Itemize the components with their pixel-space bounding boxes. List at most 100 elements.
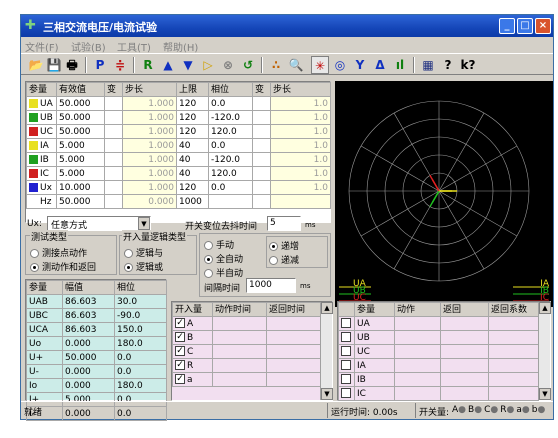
input-table-scrollbar[interactable]: ▲ ▼ [320,302,333,400]
checkbox-checked-icon[interactable]: ✓ [175,360,185,370]
table-row[interactable]: UC [338,344,539,359]
target-icon[interactable]: ◎ [331,56,349,74]
table-row[interactable]: UA 50.000 1.000 120 0.0 1.0 [26,96,331,111]
table-row[interactable]: IC 5.000 1.000 40 120.0 1.0 [26,166,331,181]
print-icon[interactable]: 🖶 [63,56,81,74]
cell-toggle[interactable] [104,110,123,125]
cell-toggle[interactable] [252,194,271,209]
cell-toggle[interactable] [104,96,123,111]
cell-toggle[interactable] [252,124,271,139]
table-row[interactable]: Ux 10.000 1.000 120 0.0 1.0 [26,180,331,195]
table-row[interactable]: UB [338,330,539,345]
star-burst-icon[interactable]: ✳ [311,56,329,74]
cell-pstep[interactable]: 1.0 [270,152,331,167]
radio-test-action-return[interactable]: 测动作和返回 [30,260,96,273]
cell-toggle[interactable] [252,166,271,181]
switch-time-input[interactable]: 5 [267,216,301,231]
checkbox-icon[interactable] [341,388,351,398]
cell-pstep[interactable]: 1.0 [270,138,331,153]
table-row[interactable]: UA [338,316,539,331]
row-checkbox[interactable] [338,386,355,401]
cell-phase[interactable]: -120.0 [208,110,253,125]
cell-value[interactable]: 5.000 [56,138,105,153]
cell-toggle[interactable] [104,138,123,153]
radio-increase[interactable]: 递增 [269,239,299,252]
cell-toggle[interactable] [252,152,271,167]
cell-value[interactable]: 5.000 [56,166,105,181]
cell-limit[interactable]: 120 [176,110,209,125]
cell-step[interactable]: 1.000 [122,124,177,139]
cell-value[interactable]: 50.000 [56,124,105,139]
phase-r-icon[interactable]: R [139,56,157,74]
open-folder-icon[interactable]: 📂 [27,56,45,74]
context-help-icon[interactable]: k? [459,56,477,74]
table-row[interactable]: Hz 50.000 0.000 1000 [26,194,331,209]
radio-manual[interactable]: 手动 [204,238,234,251]
table-row[interactable]: IB [338,372,539,387]
input-channel[interactable]: ✓ A [172,316,213,331]
input-channel[interactable]: ✓ a [172,372,213,387]
cell-step[interactable]: 1.000 [122,110,177,125]
close-button[interactable]: × [535,18,551,34]
scroll-down-icon[interactable]: ▼ [539,388,551,400]
radio-decrease[interactable]: 递减 [269,253,299,266]
cell-phase[interactable]: 0.0 [208,96,253,111]
cell-pstep[interactable]: 1.0 [270,110,331,125]
checkbox-checked-icon[interactable]: ✓ [175,346,185,356]
cell-toggle[interactable] [104,194,123,209]
checkbox-icon[interactable] [341,332,351,342]
cell-phase[interactable]: 120.0 [208,166,253,181]
table-row[interactable]: ✓ a [172,372,321,387]
checkbox-checked-icon[interactable]: ✓ [175,332,185,342]
cell-phase[interactable]: -120.0 [208,152,253,167]
equals-adjust-icon[interactable]: ≑ [111,56,129,74]
triangle-dots-icon[interactable]: ∴ [267,56,285,74]
table-row[interactable]: IB 5.000 1.000 40 -120.0 1.0 [26,152,331,167]
cell-value[interactable]: 50.000 [56,194,105,209]
table-row[interactable]: IC [338,386,539,401]
minimize-button[interactable]: _ [499,18,515,34]
input-channel[interactable]: ✓ R [172,358,213,373]
scroll-up-icon[interactable]: ▲ [321,302,333,314]
checkbox-icon[interactable] [341,374,351,384]
cell-value[interactable]: 10.000 [56,180,105,195]
wye-icon[interactable]: Y [351,56,369,74]
cell-limit[interactable]: 40 [176,138,209,153]
cell-limit[interactable]: 120 [176,180,209,195]
table-row[interactable]: UB 50.000 1.000 120 -120.0 1.0 [26,110,331,125]
checkbox-checked-icon[interactable]: ✓ [175,374,185,384]
parallel-p-icon[interactable]: P [91,56,109,74]
checkbox-icon[interactable] [341,318,351,328]
cell-phase[interactable]: 0.0 [208,138,253,153]
step-down-icon[interactable]: ▼ [179,56,197,74]
result-table-scrollbar[interactable]: ▲ ▼ [538,302,551,400]
input-channel[interactable]: ✓ C [172,344,213,359]
cell-toggle[interactable] [104,166,123,181]
checkbox-checked-icon[interactable]: ✓ [175,318,185,328]
cell-limit[interactable]: 120 [176,96,209,111]
radio-full-auto[interactable]: 全自动 [204,252,243,265]
ux-mode-select[interactable]: 任意方式 ▼ [47,216,151,231]
radio-logic-and[interactable]: 逻辑与 [124,246,163,259]
input-channel[interactable]: ✓ B [172,330,213,345]
table-row[interactable]: ✓ B [172,330,321,345]
cell-step[interactable]: 1.000 [122,180,177,195]
cell-toggle[interactable] [252,96,271,111]
cell-limit[interactable]: 1000 [176,194,209,209]
table-row[interactable]: UC 50.000 1.000 120 120.0 1.0 [26,124,331,139]
cell-phase[interactable]: 0.0 [208,180,253,195]
cell-toggle[interactable] [104,124,123,139]
chevron-down-icon[interactable]: ▼ [138,217,150,230]
help-icon[interactable]: ? [439,56,457,74]
cell-limit[interactable]: 40 [176,166,209,181]
cell-step[interactable]: 1.000 [122,166,177,181]
table-row[interactable]: IA [338,358,539,373]
scroll-up-icon[interactable]: ▲ [539,302,551,314]
step-up-icon[interactable]: ▲ [159,56,177,74]
cell-pstep[interactable]: 1.0 [270,96,331,111]
cell-toggle[interactable] [252,138,271,153]
cell-value[interactable]: 5.000 [56,152,105,167]
cell-step[interactable]: 1.000 [122,96,177,111]
calculator-icon[interactable]: ▦ [419,56,437,74]
menu-help[interactable]: 帮助(H) [163,39,198,54]
